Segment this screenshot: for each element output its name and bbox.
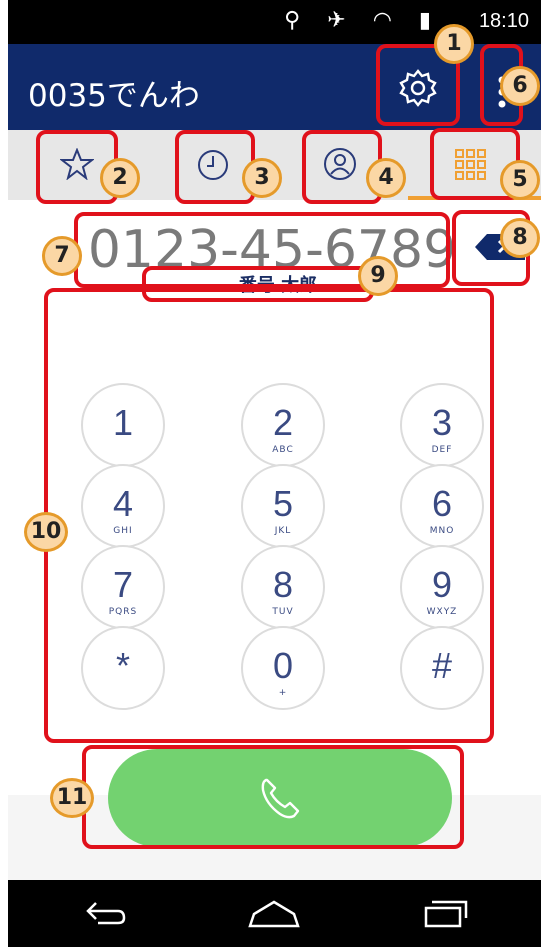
annotation-badge: 10 bbox=[24, 512, 68, 552]
status-time: 18:10 bbox=[478, 10, 529, 32]
annotation-badge: 4 bbox=[366, 158, 406, 198]
annotation-badge: 1 bbox=[434, 24, 474, 64]
annotation-box-call bbox=[82, 745, 464, 849]
back-icon[interactable] bbox=[80, 895, 130, 931]
annotation-box-keypad bbox=[44, 288, 494, 743]
annotation-badge: 3 bbox=[242, 158, 282, 198]
app-title: 0035でんわ bbox=[28, 78, 200, 114]
annotation-badge: 8 bbox=[500, 218, 540, 258]
status-icons: ⚲ ✈ ◠ ▮ bbox=[284, 8, 441, 33]
annotation-box-history bbox=[175, 130, 255, 204]
annotation-badge: 9 bbox=[358, 256, 398, 296]
home-icon[interactable] bbox=[246, 896, 302, 930]
recents-icon[interactable] bbox=[418, 892, 468, 932]
annotation-badge: 7 bbox=[42, 236, 82, 276]
annotation-badge: 11 bbox=[50, 778, 94, 818]
annotation-badge: 6 bbox=[500, 66, 540, 106]
annotation-badge: 5 bbox=[500, 160, 540, 200]
annotation-badge: 2 bbox=[100, 158, 140, 198]
navigation-bar bbox=[8, 880, 541, 947]
